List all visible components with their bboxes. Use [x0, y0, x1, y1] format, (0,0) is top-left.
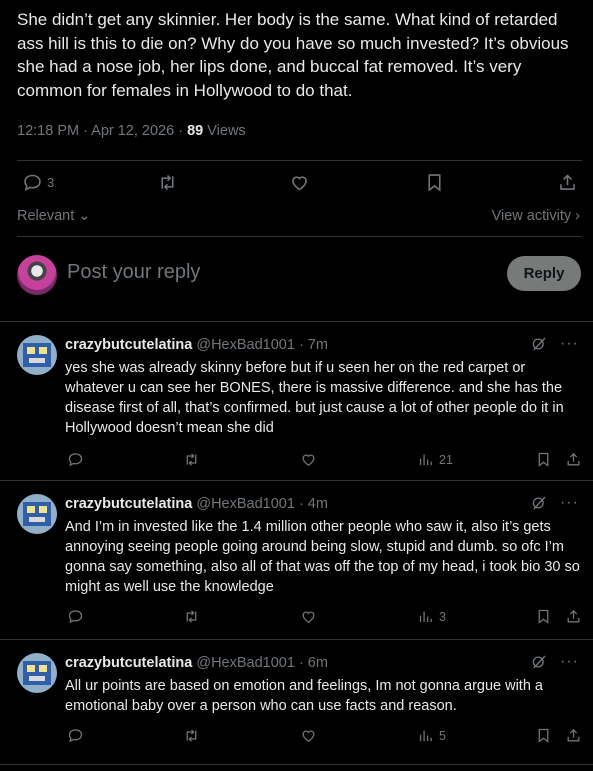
analytics-icon — [419, 454, 432, 466]
repost-icon — [186, 729, 197, 742]
reply-count: 3 — [47, 175, 55, 190]
reply-action[interactable] — [67, 727, 84, 744]
post-timestamp[interactable]: 12:18 PM · Apr 12, 2026 · — [17, 123, 187, 139]
heart-icon — [302, 730, 315, 742]
bookmark-action[interactable] — [535, 727, 552, 744]
views-action[interactable]: 3 — [417, 608, 446, 625]
reply-item[interactable]: crazybutcutelatina @HexBad1001 · 4m ··· … — [0, 480, 593, 639]
grok-icon[interactable] — [530, 335, 548, 353]
repost-icon — [186, 610, 197, 623]
sort-label: Relevant — [17, 208, 75, 224]
reply-author-handle[interactable]: @HexBad1001 · 6m — [196, 655, 328, 671]
bookmark-icon — [428, 174, 441, 192]
post-action-bar: 3 — [17, 172, 583, 198]
share-icon — [560, 174, 575, 190]
reply-icon — [24, 174, 41, 191]
views-count: 5 — [439, 728, 446, 743]
post-text: She didn’t get any skinnier. Her body is… — [17, 10, 569, 100]
views-count: 3 — [439, 609, 446, 624]
share-icon — [567, 452, 580, 466]
post-views-label: Views — [203, 123, 246, 139]
reply-action-bar: 5 — [65, 727, 585, 747]
reply-icon — [68, 610, 83, 624]
reply-input[interactable]: Post your reply — [67, 261, 200, 284]
reply-author-name[interactable]: crazybutcutelatina — [65, 655, 192, 671]
reply-text: All ur points are based on emotion and f… — [65, 678, 543, 714]
reply-author-handle[interactable]: @HexBad1001 · 4m — [196, 496, 328, 512]
reply-header: crazybutcutelatina @HexBad1001 · 4m — [65, 496, 328, 512]
reply-text: yes she was already skinny before but if… — [65, 360, 564, 436]
more-icon[interactable]: ··· — [560, 335, 579, 353]
more-icon[interactable]: ··· — [560, 653, 579, 671]
divider — [0, 764, 593, 765]
avatar[interactable] — [17, 653, 57, 693]
share-action[interactable] — [565, 451, 582, 468]
divider — [17, 160, 582, 161]
reply-author-name[interactable]: crazybutcutelatina — [65, 496, 192, 512]
bookmark-icon — [538, 728, 549, 743]
share-action[interactable] — [565, 608, 582, 625]
reply-header: crazybutcutelatina @HexBad1001 · 7m — [65, 337, 328, 353]
share-action[interactable] — [557, 172, 578, 193]
like-action[interactable] — [300, 608, 317, 625]
repost-icon — [161, 174, 174, 191]
chevron-right-icon: › — [575, 208, 580, 224]
grok-icon[interactable] — [530, 653, 548, 671]
reply-button[interactable]: Reply — [507, 256, 581, 291]
bookmark-icon — [538, 452, 549, 467]
view-activity-link[interactable]: View activity › — [492, 208, 580, 224]
reply-action-bar: 21 — [65, 451, 585, 471]
bookmark-action[interactable] — [535, 451, 552, 468]
bookmark-action[interactable] — [535, 608, 552, 625]
bookmark-icon — [538, 609, 549, 624]
reply-action[interactable] — [67, 608, 84, 625]
post-meta: 12:18 PM · Apr 12, 2026 · 89 Views — [17, 123, 246, 139]
reply-text: And I’m in invested like the 1.4 million… — [65, 519, 580, 595]
sort-dropdown[interactable]: Relevant ⌄ — [17, 208, 90, 224]
bookmark-action[interactable] — [424, 172, 445, 193]
repost-icon — [186, 453, 197, 466]
reply-item[interactable]: crazybutcutelatina @HexBad1001 · 6m ··· … — [0, 639, 593, 759]
reply-icon — [68, 453, 83, 467]
reply-controls: ··· — [530, 494, 579, 512]
reply-action[interactable]: 3 — [22, 172, 54, 193]
like-action[interactable] — [300, 727, 317, 744]
share-action[interactable] — [565, 727, 582, 744]
reply-author-handle[interactable]: @HexBad1001 · 7m — [196, 337, 328, 353]
avatar[interactable] — [17, 335, 57, 375]
reply-author-name[interactable]: crazybutcutelatina — [65, 337, 192, 353]
share-icon — [567, 609, 580, 623]
chevron-down-icon: ⌄ — [78, 208, 91, 224]
avatar[interactable] — [17, 494, 57, 534]
reply-action-bar: 3 — [65, 608, 585, 628]
analytics-icon — [419, 611, 432, 623]
post-detail-view: She didn’t get any skinnier. Her body is… — [0, 0, 593, 771]
post-views-count: 89 — [187, 123, 204, 139]
like-action[interactable] — [300, 451, 317, 468]
heart-icon — [302, 454, 315, 466]
reply-icon — [68, 729, 83, 743]
views-action[interactable]: 5 — [417, 727, 446, 744]
reply-item[interactable]: crazybutcutelatina @HexBad1001 · 7m ··· … — [0, 321, 593, 480]
share-icon — [567, 728, 580, 742]
reply-action[interactable] — [67, 451, 84, 468]
avatar[interactable] — [17, 255, 57, 295]
reply-controls: ··· — [530, 653, 579, 671]
like-action[interactable] — [289, 172, 310, 193]
views-action[interactable]: 21 — [417, 451, 453, 468]
view-activity-label: View activity — [491, 208, 572, 224]
repost-action[interactable] — [157, 172, 178, 193]
repost-action[interactable] — [183, 451, 200, 468]
reply-controls: ··· — [530, 335, 579, 353]
repost-action[interactable] — [183, 727, 200, 744]
reply-header: crazybutcutelatina @HexBad1001 · 6m — [65, 655, 328, 671]
divider — [17, 236, 582, 237]
more-icon[interactable]: ··· — [560, 494, 579, 512]
repost-action[interactable] — [183, 608, 200, 625]
grok-icon[interactable] — [530, 494, 548, 512]
views-count: 21 — [439, 452, 453, 467]
heart-icon — [292, 176, 307, 191]
heart-icon — [302, 611, 315, 623]
analytics-icon — [419, 730, 432, 742]
